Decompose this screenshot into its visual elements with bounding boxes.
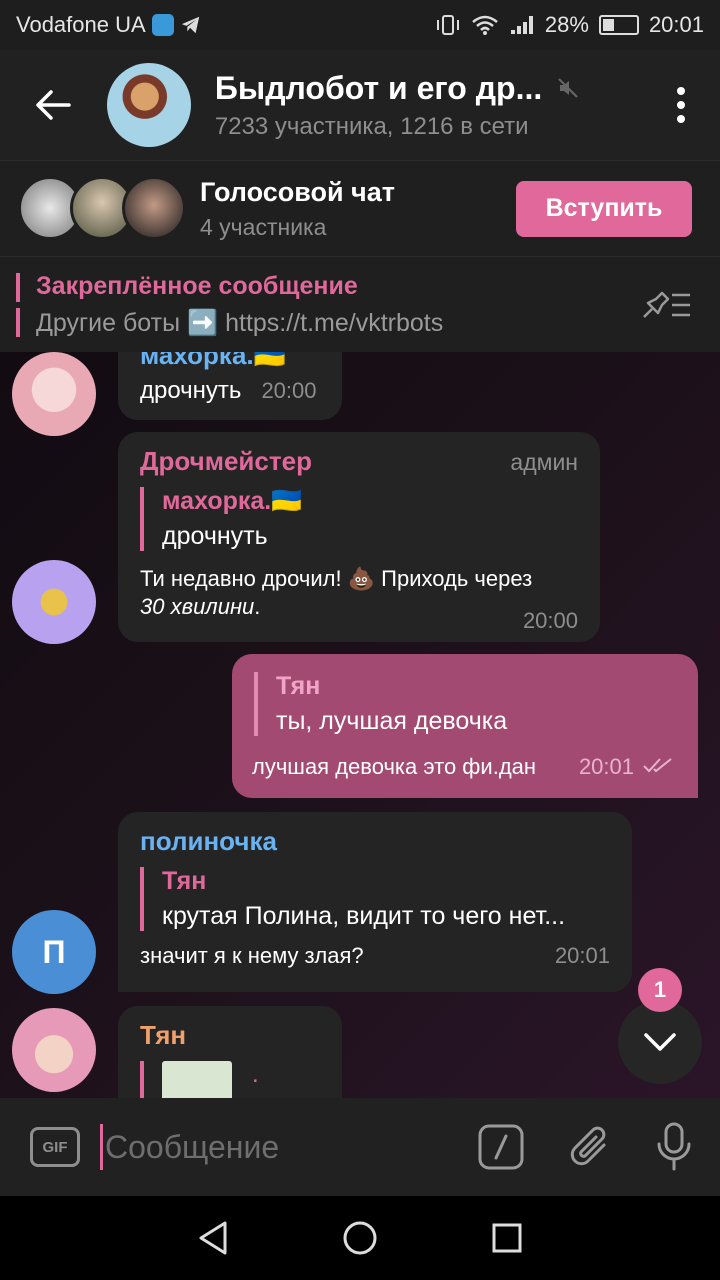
message-composer: GIF	[0, 1098, 720, 1196]
avatar	[122, 175, 186, 240]
message-time: 20:01	[554, 943, 610, 968]
read-checks-icon	[643, 758, 672, 773]
dot-icon	[677, 101, 686, 109]
message-sender: Дрочмейстер	[140, 446, 312, 476]
pinned-text-block: Закреплённое сообщение Другие боты ➡️ ht…	[36, 272, 443, 338]
voice-chat-info: Голосовой чат 4 участника	[200, 177, 395, 241]
battery-percent: 28%	[544, 12, 589, 37]
message-text: дрочнуть	[140, 377, 242, 404]
message-bubble[interactable]: Тян .	[118, 1006, 342, 1098]
message-sender: махорка.🇺🇦	[140, 352, 286, 370]
message-bubble[interactable]: махорка.🇺🇦 дрочнуть 20:00	[118, 352, 342, 420]
image-thumbnail	[162, 1061, 232, 1098]
message-bubble[interactable]: полиночка Тян крутая Полина, видит то че…	[118, 812, 632, 992]
avatar-letter: П	[42, 933, 66, 970]
pinned-title: Закреплённое сообщение	[36, 271, 358, 300]
carrier-group: Vodafone UA	[16, 12, 202, 38]
back-button[interactable]	[0, 50, 107, 160]
message-text-end: .	[254, 594, 261, 619]
vpn-icon	[151, 14, 174, 36]
chat-header: Быдлобот и его др... 7233 участника, 121…	[0, 50, 720, 160]
reply-text: ты, лучшая девочка	[276, 707, 508, 735]
reply-text: дрочнуть	[162, 522, 268, 550]
recents-square-icon[interactable]	[491, 1222, 523, 1254]
avatar[interactable]: П	[12, 910, 96, 994]
chat-title-block[interactable]: Быдлобот и его др... 7233 участника, 121…	[215, 70, 642, 141]
chat-avatar[interactable]	[106, 63, 191, 147]
signal-icon	[510, 16, 533, 34]
system-nav-bar	[0, 1196, 720, 1280]
telegram-icon	[181, 16, 199, 34]
voice-participant-avatars	[18, 174, 198, 244]
avatar[interactable]	[12, 560, 96, 644]
message-sender: полиночка	[140, 826, 277, 856]
pinned-message-bar[interactable]: Закреплённое сообщение Другие боты ➡️ ht…	[0, 256, 720, 352]
dot-icon	[677, 87, 686, 95]
message-text-main: Ти недавно дрочил! 💩 Приходь через	[140, 566, 533, 591]
voice-chat-title: Голосовой чат	[200, 176, 395, 207]
unread-count-badge: 1	[638, 968, 682, 1012]
outgoing-message-bubble[interactable]: Тян ты, лучшая девочка лучшая девочка эт…	[232, 654, 698, 798]
message-text: значит я к нему злая?	[140, 943, 364, 968]
admin-badge: админ	[510, 449, 578, 475]
chat-title: Быдлобот и его др...	[214, 69, 543, 106]
reply-preview[interactable]: махорка.🇺🇦 дрочнуть	[140, 487, 578, 551]
home-circle-icon[interactable]	[342, 1220, 378, 1256]
join-voice-chat-button[interactable]: Вступить	[516, 180, 692, 237]
avatar[interactable]	[12, 352, 96, 436]
bot-commands-icon[interactable]	[478, 1124, 524, 1170]
reply-author: Тян	[162, 867, 207, 895]
battery-icon	[598, 15, 639, 35]
reply-author: Тян	[276, 672, 321, 700]
carrier-name: Vodafone UA	[16, 12, 146, 37]
pinned-list-icon[interactable]	[640, 289, 694, 321]
voice-chat-bar[interactable]: Голосовой чат 4 участника Вступить	[0, 160, 720, 256]
message-text-italic: 30 хвилини	[140, 594, 255, 619]
chat-title-row: Быдлобот и его др...	[215, 70, 642, 107]
reply-author: махорка.🇺🇦	[162, 487, 303, 515]
reply-text: крутая Полина, видит то чего нет...	[162, 902, 566, 930]
reply-dot: .	[252, 1061, 259, 1088]
chat-subtitle: 7233 участника, 1216 в сети	[214, 112, 529, 140]
reply-preview[interactable]: .	[140, 1061, 320, 1098]
dot-icon	[677, 115, 686, 123]
vibrate-icon	[436, 15, 459, 35]
message-time: 20:01	[578, 754, 634, 779]
clock: 20:01	[648, 12, 704, 37]
message-text: Ти недавно дрочил! 💩 Приходь через 30 хв…	[140, 565, 578, 621]
attach-icon[interactable]	[568, 1123, 612, 1171]
chevron-down-icon	[644, 1033, 676, 1051]
scroll-down-button[interactable]	[618, 1000, 702, 1084]
voice-chat-participants: 4 участника	[200, 213, 327, 240]
avatar[interactable]	[12, 1008, 96, 1092]
message-time: 20:00	[261, 378, 317, 403]
status-right: 28% 20:01	[435, 12, 704, 38]
message-bubble[interactable]: Дрочмейстер админ махорка.🇺🇦 дрочнуть Ти…	[118, 432, 600, 642]
pinned-body: Другие боты ➡️ https://t.me/vktrbots	[36, 308, 444, 337]
reply-preview[interactable]: Тян ты, лучшая девочка	[254, 672, 676, 736]
arrow-left-icon	[36, 90, 72, 120]
muted-icon	[558, 78, 578, 98]
pinned-indicator	[16, 272, 20, 337]
message-list[interactable]: махорка.🇺🇦 дрочнуть 20:00 Дрочмейстер ад…	[0, 352, 720, 1098]
text-cursor	[100, 1124, 103, 1170]
reply-preview[interactable]: Тян крутая Полина, видит то чего нет...	[140, 867, 610, 931]
more-menu-button[interactable]	[642, 87, 720, 123]
microphone-icon[interactable]	[656, 1122, 692, 1172]
message-input[interactable]	[105, 1128, 405, 1166]
back-triangle-icon[interactable]	[197, 1220, 229, 1256]
wifi-icon	[472, 15, 498, 35]
composer-actions	[478, 1122, 692, 1172]
message-time: 20:00	[522, 608, 578, 633]
gif-button[interactable]: GIF	[30, 1127, 80, 1167]
message-text: лучшая девочка это фи.дан	[252, 754, 537, 779]
status-bar: Vodafone UA 28% 20:01	[0, 0, 720, 50]
message-sender: Тян	[140, 1020, 187, 1050]
